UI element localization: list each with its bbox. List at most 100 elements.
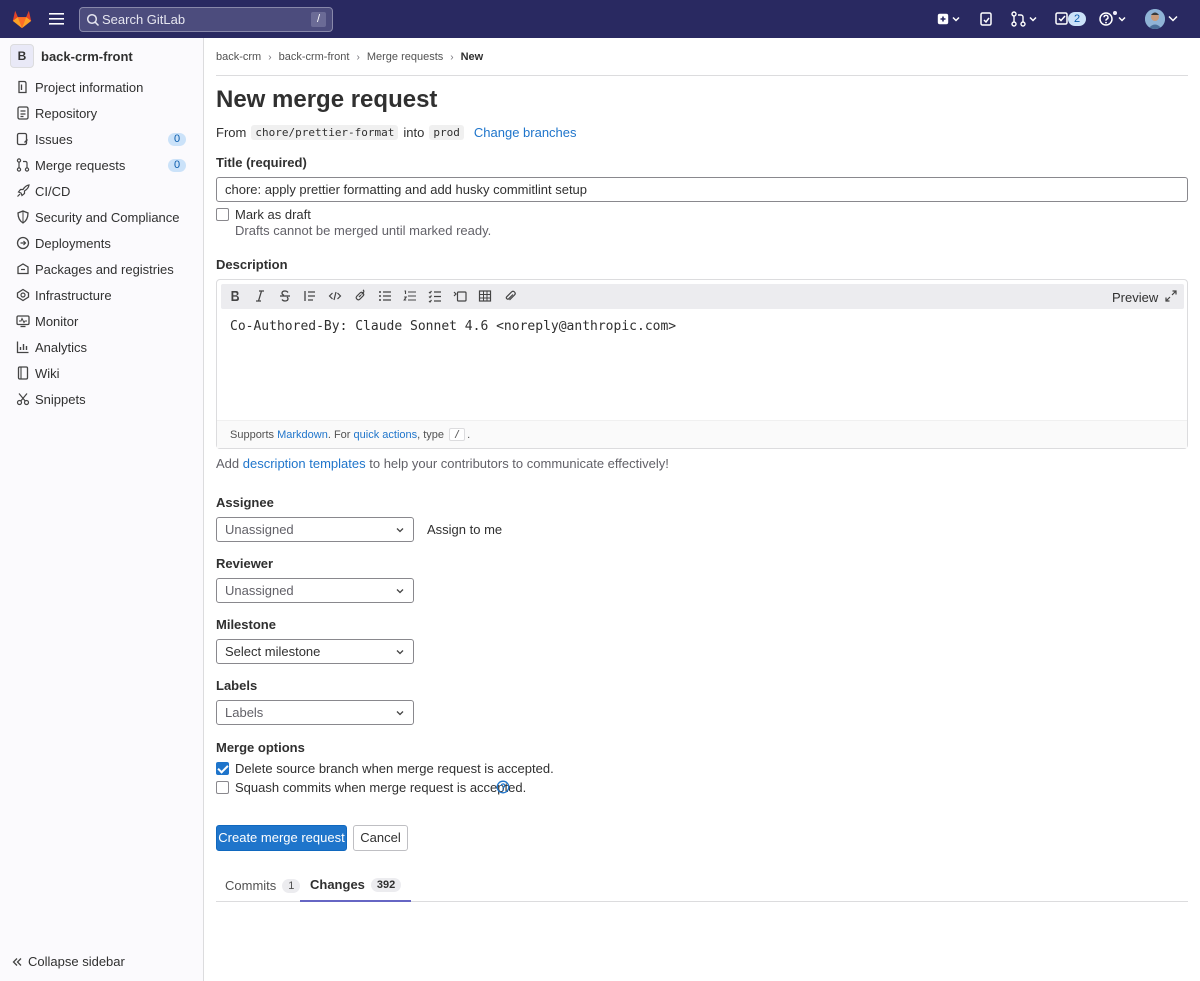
breadcrumb-separator-icon: › bbox=[268, 51, 272, 63]
code-icon[interactable] bbox=[328, 289, 342, 303]
sidebar-item-repository[interactable]: Repository bbox=[0, 100, 203, 126]
squash-help-icon[interactable] bbox=[496, 780, 510, 794]
sidebar-item-label: Wiki bbox=[35, 365, 60, 381]
search-input[interactable]: Search GitLab / bbox=[79, 7, 333, 32]
delete-source-branch-checkbox[interactable] bbox=[216, 762, 229, 775]
sidebar-item-label: Deployments bbox=[35, 235, 111, 251]
cancel-button[interactable]: Cancel bbox=[353, 825, 408, 851]
sidebar-item-label: Project information bbox=[35, 79, 144, 95]
slash-key: / bbox=[449, 428, 466, 441]
monitor-icon bbox=[16, 314, 30, 328]
sidebar-item-issues[interactable]: Issues 0 bbox=[0, 126, 203, 152]
create-merge-request-button[interactable]: Create merge request bbox=[216, 825, 347, 851]
sidebar-item-label: Monitor bbox=[35, 313, 79, 329]
tab-label: Commits bbox=[225, 878, 277, 893]
project-name: back-crm-front bbox=[41, 48, 133, 64]
gitlab-logo-icon[interactable] bbox=[11, 8, 33, 30]
sidebar-item-snippets[interactable]: Snippets bbox=[0, 386, 203, 412]
breadcrumb-current[interactable]: New bbox=[461, 51, 484, 63]
package-icon bbox=[16, 262, 30, 276]
sidebar-item-infrastructure[interactable]: Infrastructure bbox=[0, 282, 203, 308]
sidebar-item-wiki[interactable]: Wiki bbox=[0, 360, 203, 386]
sidebar-item-monitor[interactable]: Monitor bbox=[0, 308, 203, 334]
issues-count-badge: 0 bbox=[168, 133, 186, 146]
footer-text: . For bbox=[327, 428, 351, 441]
search-shortcut-key: / bbox=[311, 12, 326, 27]
quote-icon[interactable] bbox=[303, 289, 317, 303]
create-new-icon[interactable] bbox=[937, 11, 963, 27]
chevron-down-icon bbox=[395, 587, 405, 595]
sidebar-item-project-information[interactable]: Project information bbox=[0, 74, 203, 100]
sidebar-item-deployments[interactable]: Deployments bbox=[0, 230, 203, 256]
chevron-down-icon bbox=[395, 648, 405, 656]
sidebar-item-ci-cd[interactable]: CI/CD bbox=[0, 178, 203, 204]
breadcrumb-item[interactable]: back-crm-front bbox=[279, 51, 350, 63]
breadcrumb-divider bbox=[216, 75, 1188, 76]
delete-source-branch-label: Delete source branch when merge request … bbox=[235, 761, 554, 776]
collapse-sidebar-button[interactable]: Collapse sidebar bbox=[12, 954, 125, 969]
attach-file-icon[interactable] bbox=[503, 289, 517, 303]
reviewer-dropdown[interactable]: Unassigned bbox=[216, 578, 414, 603]
preview-button[interactable]: Preview bbox=[1112, 290, 1158, 305]
squash-commits-checkbox[interactable] bbox=[216, 781, 229, 794]
sidebar-item-label: Snippets bbox=[35, 391, 86, 407]
sidebar-item-label: Merge requests bbox=[35, 157, 126, 173]
description-textarea[interactable]: Co-Authored-By: Claude Sonnet 4.6 <norep… bbox=[230, 319, 676, 334]
editor-footer: Supports Markdown . For quick actions , … bbox=[217, 420, 1187, 448]
link-icon[interactable] bbox=[353, 289, 367, 303]
assign-to-me-link[interactable]: Assign to me bbox=[427, 522, 502, 537]
task-list-icon[interactable] bbox=[428, 289, 442, 303]
breadcrumb-item[interactable]: Merge requests bbox=[367, 51, 443, 63]
footer-text: , type bbox=[417, 428, 445, 441]
milestone-value: Select milestone bbox=[225, 644, 321, 659]
sidebar-item-security-and-compliance[interactable]: Security and Compliance bbox=[0, 204, 203, 230]
title-input[interactable]: chore: apply prettier formatting and add… bbox=[216, 177, 1188, 202]
project-icon bbox=[16, 80, 30, 94]
labels-value: Labels bbox=[225, 705, 264, 720]
chevron-down-icon bbox=[395, 526, 405, 534]
scissors-icon bbox=[16, 392, 30, 406]
sidebar-project-header[interactable]: B back-crm-front bbox=[10, 44, 133, 68]
todos-icon[interactable] bbox=[1055, 11, 1069, 27]
tab-commits[interactable]: Commits 1 bbox=[225, 869, 301, 902]
change-branches-link[interactable]: Change branches bbox=[474, 125, 577, 140]
merge-requests-icon[interactable] bbox=[1011, 11, 1039, 27]
sidebar-item-label: Repository bbox=[35, 105, 98, 121]
sidebar-item-label: Issues bbox=[35, 131, 73, 147]
numbered-list-icon[interactable] bbox=[403, 289, 417, 303]
commits-count-badge: 1 bbox=[282, 878, 301, 893]
user-menu-chevron-icon[interactable] bbox=[1168, 15, 1178, 23]
quick-actions-link[interactable]: quick actions bbox=[354, 429, 418, 441]
sidebar-item-merge-requests[interactable]: Merge requests 0 bbox=[0, 152, 203, 178]
merge-options-label: Merge options bbox=[216, 740, 305, 755]
issues-icon[interactable] bbox=[980, 11, 994, 27]
draft-checkbox[interactable] bbox=[216, 208, 229, 221]
description-templates-link[interactable]: description templates bbox=[243, 456, 366, 471]
hamburger-menu-icon[interactable] bbox=[49, 11, 66, 27]
tab-changes[interactable]: Changes 392 bbox=[300, 869, 412, 902]
cloud-gear-icon bbox=[16, 288, 30, 302]
templates-hint-text: Add bbox=[216, 456, 240, 471]
doc-icon bbox=[16, 106, 30, 120]
table-icon[interactable] bbox=[478, 289, 492, 303]
labels-dropdown[interactable]: Labels bbox=[216, 700, 414, 725]
milestone-dropdown[interactable]: Select milestone bbox=[216, 639, 414, 664]
breadcrumb-separator-icon: › bbox=[450, 51, 454, 63]
sidebar-item-packages-and-registries[interactable]: Packages and registries bbox=[0, 256, 203, 282]
sidebar-item-analytics[interactable]: Analytics bbox=[0, 334, 203, 360]
markdown-toolbar: Preview bbox=[221, 284, 1184, 309]
strikethrough-icon[interactable] bbox=[278, 289, 292, 303]
italic-icon[interactable] bbox=[253, 289, 267, 303]
assignee-dropdown[interactable]: Unassigned bbox=[216, 517, 414, 542]
collapsible-section-icon[interactable] bbox=[453, 289, 467, 303]
breadcrumb-item[interactable]: back-crm bbox=[216, 51, 261, 63]
source-branch: chore/prettier-format bbox=[251, 125, 399, 140]
bold-icon[interactable] bbox=[228, 289, 242, 303]
user-avatar[interactable] bbox=[1145, 9, 1165, 29]
fullscreen-icon[interactable] bbox=[1164, 289, 1178, 303]
project-avatar: B bbox=[10, 44, 34, 68]
description-editor: Preview Co-Authored-By: Claude Sonnet 4.… bbox=[216, 279, 1188, 449]
squash-commits-label: Squash commits when merge request is acc… bbox=[235, 780, 527, 795]
markdown-link[interactable]: Markdown bbox=[277, 429, 328, 441]
bulleted-list-icon[interactable] bbox=[378, 289, 392, 303]
